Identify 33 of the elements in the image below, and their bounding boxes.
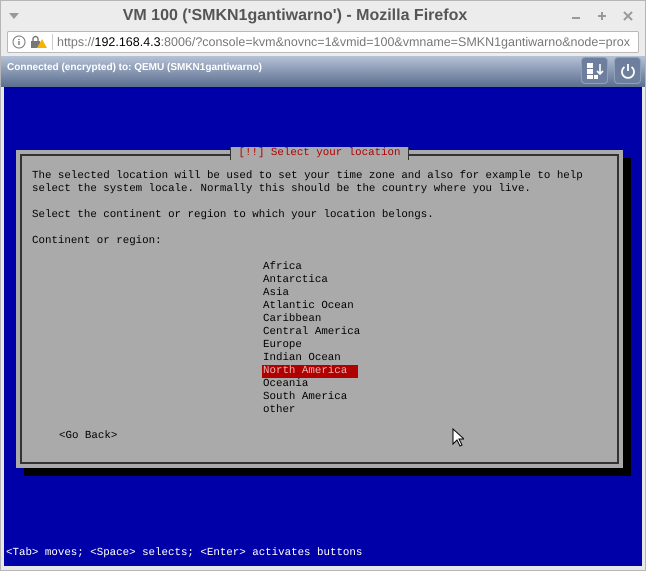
list-label: Continent or region:: [32, 235, 163, 248]
region-option[interactable]: Asia: [262, 287, 289, 300]
region-option[interactable]: Atlantic Ocean: [262, 300, 354, 313]
prompt-text: Select the continent or region to which your location belongs.: [32, 209, 435, 222]
region-option[interactable]: Central America: [262, 326, 360, 339]
lock-warning-icon[interactable]: [30, 35, 48, 49]
region-option[interactable]: South America: [262, 391, 348, 404]
dialog-title: [!!] Select your location: [230, 147, 410, 160]
connection-status: Connected (encrypted) to: QEMU (SMKN1gantiwarno): [7, 61, 262, 75]
status-line: <Tab> moves; <Space> selects; <Enter> activates buttons: [6, 547, 364, 560]
description-line: The selected location will be used to set your time zone and also for example to help: [32, 170, 584, 183]
info-icon[interactable]: [12, 35, 26, 49]
address-bar[interactable]: https://192.168.4.3:8006/?console=kvm&novnc=1&vmid=100&vmname=SMKN1gantiwarno&node=prox: [7, 31, 639, 53]
region-option[interactable]: North America: [262, 365, 358, 378]
power-icon: [618, 62, 636, 80]
close-icon[interactable]: [623, 11, 633, 21]
region-option[interactable]: Caribbean: [262, 313, 322, 326]
power-button[interactable]: [614, 57, 641, 84]
grid-arrow-icon: [586, 62, 604, 80]
menu-arrow-icon[interactable]: [9, 13, 19, 19]
description-line: select the system locale. Normally this should be the country where you live.: [32, 183, 532, 196]
go-back-button[interactable]: <Go Back>: [59, 430, 118, 442]
window-title: VM 100 ('SMKN1gantiwarno') - Mozilla Firefox: [122, 6, 468, 26]
region-option[interactable]: Europe: [262, 339, 302, 352]
region-option[interactable]: Indian Ocean: [262, 352, 341, 365]
region-option[interactable]: other: [262, 404, 296, 417]
region-option[interactable]: Africa: [262, 261, 302, 274]
region-option[interactable]: Antarctica: [262, 274, 328, 287]
send-keys-button[interactable]: [581, 57, 608, 84]
maximize-icon[interactable]: [597, 11, 607, 21]
url-text: https://192.168.4.3:8006/?console=kvm&novnc=1&vmid=100&vmname=SMKN1gantiwarno&node=prox: [57, 34, 630, 51]
mouse-cursor-icon: [452, 428, 464, 447]
region-option[interactable]: Oceania: [262, 378, 308, 391]
